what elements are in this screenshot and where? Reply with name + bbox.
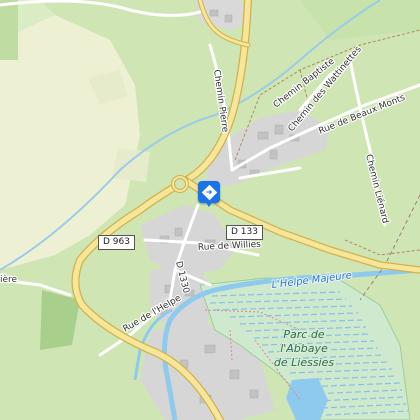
street-label-left: ière (0, 274, 18, 285)
map-canvas: Chemin Pierre Chemin Baptiste Chemin des… (0, 0, 420, 420)
map-view[interactable]: Chemin Pierre Chemin Baptiste Chemin des… (0, 0, 420, 420)
marker-pointer (205, 201, 213, 207)
directions-icon: ➜ (201, 184, 217, 200)
directions-marker[interactable]: ➜ (198, 181, 220, 203)
park-label-line-1: Parc de (283, 328, 324, 341)
park-label-line-3: de Liessies (274, 356, 334, 369)
road-shield-d133: D 133 (226, 225, 263, 240)
park-label-line-2: l'Abbaye (280, 342, 328, 355)
road-shield-d963: D 963 (98, 235, 135, 250)
